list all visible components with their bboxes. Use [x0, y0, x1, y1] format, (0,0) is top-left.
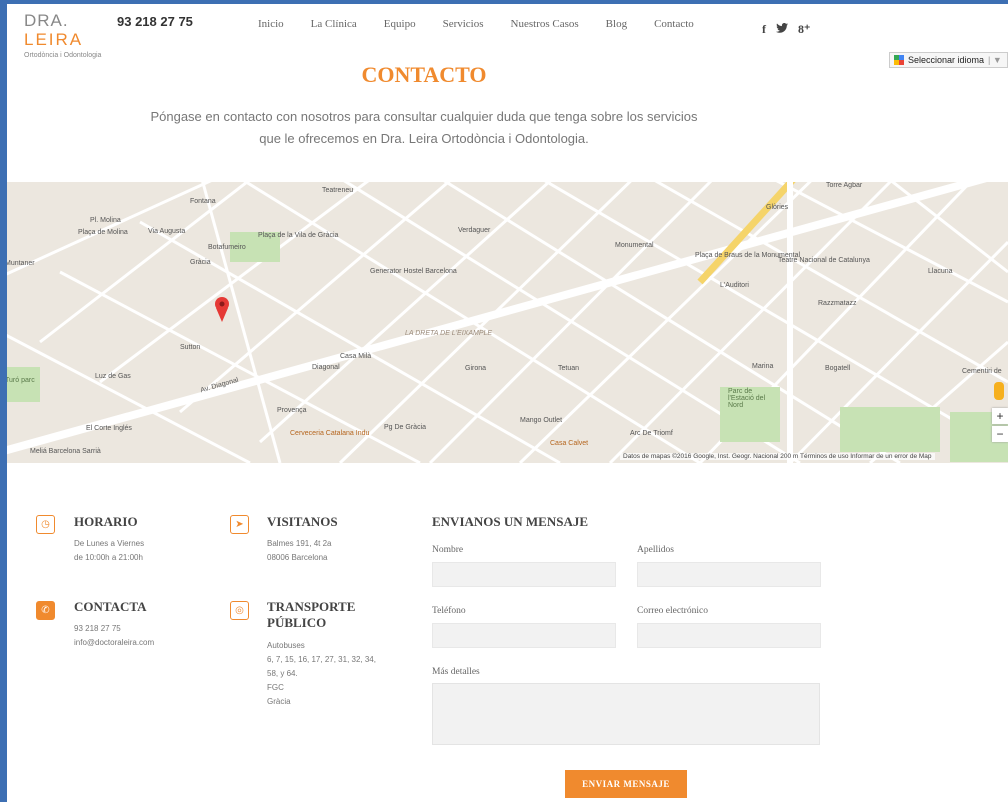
map-label-verdaguer: Verdaguer: [458, 227, 491, 234]
map-label-bogatell: Bogatell: [825, 365, 851, 372]
header-phone[interactable]: 93 218 27 75: [117, 14, 193, 29]
clock-icon: ◷: [36, 515, 55, 534]
nav-equipo[interactable]: Equipo: [384, 18, 416, 30]
main-nav: Inicio La Clínica Equipo Servicios Nuest…: [258, 18, 721, 30]
map-label-cerveceria: Cerveceria Catalana Indu: [290, 430, 370, 437]
social-links: f 8⁺: [762, 22, 810, 37]
logo-tagline: Ortodòncia i Odontologia: [24, 52, 102, 59]
map-label-cementiri: Cementiri de: [962, 368, 1002, 375]
correo-label: Correo electrónico: [637, 606, 708, 616]
map-label-pl-molina: Pl. Molina: [90, 217, 121, 224]
contacta-title: CONTACTA: [74, 599, 147, 614]
map-label-luz-de-gas: Luz de Gas: [95, 373, 131, 380]
compass-icon: ◎: [230, 601, 249, 620]
map-label-tnc: Teatre Nacional de Catalunya: [778, 257, 870, 264]
page-intro: Póngase en contacto con nosotros para co…: [150, 109, 698, 146]
map-label-monumental: Monumental: [615, 242, 654, 249]
map-label-diagonal: Diagonal: [312, 364, 340, 371]
map-attribution[interactable]: Datos de mapas ©2016 Google, Inst. Geogr…: [620, 453, 935, 460]
telefono-field[interactable]: [432, 623, 616, 648]
language-select[interactable]: Seleccionar idioma | ▼: [889, 52, 1008, 68]
location-arrow-icon: ➤: [230, 515, 249, 534]
map-label-melia: Meliá Barcelona Sarrià: [30, 448, 101, 455]
nav-contacto[interactable]: Contacto: [654, 18, 694, 30]
telefono-label: Teléfono: [432, 606, 466, 616]
chevron-down-icon: | ▼: [988, 55, 1002, 65]
detalles-label: Más detalles: [432, 667, 480, 677]
apellidos-field[interactable]: [637, 562, 821, 587]
contacta-text[interactable]: 93 218 27 75 info@doctoraleira.com: [74, 622, 154, 650]
transporte-text: Autobuses 6, 7, 15, 16, 17, 27, 31, 32, …: [267, 641, 376, 706]
map-label-parc-estacio: Parc de l'Estació del Nord: [728, 388, 766, 409]
google-plus-icon[interactable]: 8⁺: [798, 22, 810, 37]
nav-inicio[interactable]: Inicio: [258, 18, 284, 30]
map-label-turo-parc: Turó parc: [5, 377, 35, 384]
google-map[interactable]: Fontana Pl. Molina Plaça de Molina Via A…: [0, 182, 1008, 463]
map-label-llacuna: Llacuna: [928, 268, 953, 275]
map-label-muntaner: Muntaner: [5, 260, 35, 267]
nav-la-clinica[interactable]: La Clínica: [311, 18, 357, 30]
map-label-provenca: Provença: [277, 407, 307, 414]
nombre-label: Nombre: [432, 545, 464, 555]
map-label-auditori: L'Auditori: [720, 282, 749, 289]
twitter-icon[interactable]: [776, 22, 788, 37]
map-label-generator: Generator Hostel Barcelona: [370, 268, 457, 275]
map-label-corte-ingles: El Corte Inglés: [86, 425, 132, 432]
map-label-girona: Girona: [465, 365, 487, 372]
map-label-tetuan: Tetuan: [558, 365, 580, 372]
map-label-razzmatazz: Razzmatazz: [818, 300, 857, 307]
map-label-vila-gracia: Plaça de la Vila de Gràcia: [258, 232, 339, 239]
logo-line2: LEIRA: [24, 30, 84, 49]
page-title: CONTACTO: [361, 62, 487, 87]
map-label-casa-calvet: Casa Calvet: [550, 440, 589, 447]
map-label-casa-mila: Casa Milà: [340, 353, 372, 360]
visitanos-text: Balmes 191, 4t 2a 08006 Barcelona: [267, 539, 332, 562]
map-label-mango: Mango Outlet: [520, 417, 563, 424]
map-label-via-augusta: Via Augusta: [148, 228, 186, 235]
map-label-sutton: Sutton: [180, 344, 201, 351]
horario-title: HORARIO: [74, 514, 138, 529]
street-view-pegman-icon[interactable]: [994, 382, 1004, 400]
map-label-dreta-eixample: LA DRETA DE L'EIXAMPLE: [405, 330, 493, 337]
map-label-marina: Marina: [752, 363, 774, 370]
map-label-torre-agbar: Torre Agbar: [826, 182, 863, 189]
map-label-gracia: Gràcia: [190, 259, 211, 266]
visitanos-title: VISITANOS: [267, 514, 338, 529]
google-translate-icon: [894, 55, 904, 65]
apellidos-label: Apellidos: [637, 545, 674, 555]
map-label-pg-gracia: Pg De Gràcia: [384, 424, 427, 431]
correo-field[interactable]: [637, 623, 821, 648]
map-zoom-out-button[interactable]: −: [992, 426, 1008, 442]
detalles-textarea[interactable]: [432, 683, 820, 745]
map-label-teatreneu: Teatreneu: [322, 187, 354, 194]
nav-nuestros-casos[interactable]: Nuestros Casos: [511, 18, 579, 30]
form-heading: ENVIANOS UN MENSAJE: [432, 514, 589, 529]
map-label-placa-molina: Plaça de Molina: [78, 229, 128, 236]
nombre-field[interactable]: [432, 562, 616, 587]
language-select-label: Seleccionar idioma: [908, 55, 985, 65]
horario-text: De Lunes a Viernes de 10:00h a 21:00h: [74, 539, 145, 562]
transporte-title: TRANSPORTE PÚBLICO: [267, 599, 356, 630]
phone-icon: ✆: [36, 601, 55, 620]
map-zoom-in-button[interactable]: +: [992, 408, 1008, 424]
nav-blog[interactable]: Blog: [606, 18, 627, 30]
map-label-fontana: Fontana: [190, 198, 216, 205]
facebook-icon[interactable]: f: [762, 22, 766, 37]
map-label-arc-triomf: Arc De Triomf: [630, 430, 673, 437]
map-label-botafumeiro: Botafumeiro: [208, 244, 246, 251]
logo[interactable]: DRA. LEIRA Ortodòncia i Odontologia: [24, 12, 101, 59]
nav-servicios[interactable]: Servicios: [443, 18, 484, 30]
enviar-mensaje-button[interactable]: ENVIAR MENSAJE: [565, 770, 687, 798]
logo-line1: DRA.: [24, 11, 69, 30]
map-label-glories: Glòries: [766, 204, 789, 211]
map-streets: [0, 182, 1008, 463]
